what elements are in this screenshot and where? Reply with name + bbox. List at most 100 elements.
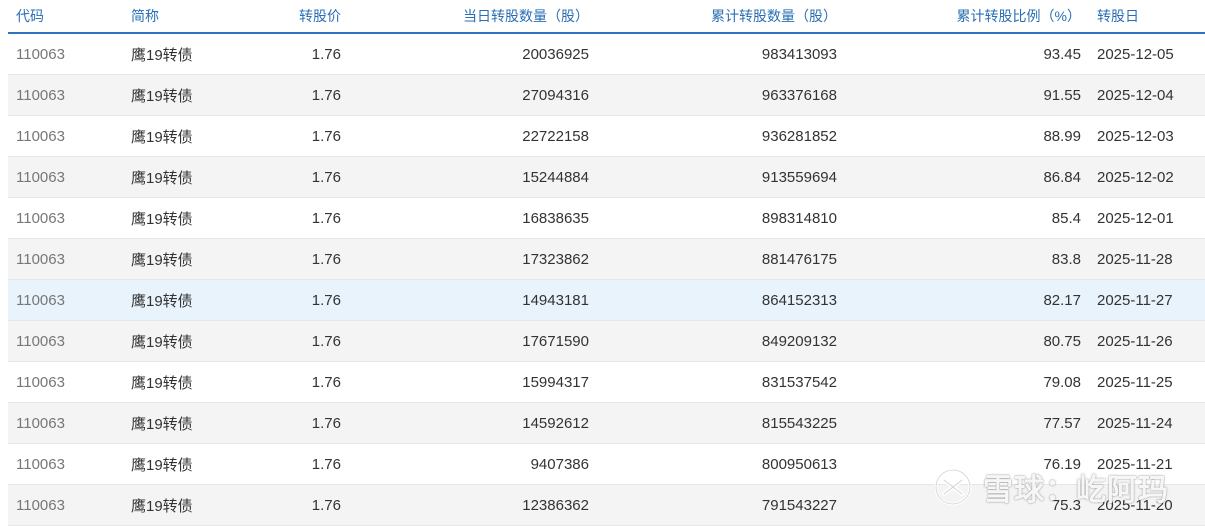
cell-cumulative-ratio: 75.3: [837, 484, 1081, 526]
cell-cumulative-ratio: 85.4: [837, 197, 1081, 239]
cell-conversion-price: 1.76: [211, 197, 341, 239]
cell-short-name: 鹰19转债: [131, 197, 211, 239]
cell-conversion-date: 2025-11-26: [1081, 320, 1205, 362]
cell-daily-converted: 9407386: [341, 443, 589, 485]
cell-cumulative-converted: 831537542: [589, 361, 837, 403]
cell-daily-converted: 14592612: [341, 402, 589, 444]
header-conversion-date[interactable]: 转股日: [1081, 0, 1205, 34]
cell-cumulative-converted: 983413093: [589, 33, 837, 75]
cell-cumulative-ratio: 79.08: [837, 361, 1081, 403]
table-row[interactable]: 110063 鹰19转债 1.76 17671590 849209132 80.75 202…: [8, 320, 1205, 362]
cell-daily-converted: 12386362: [341, 484, 589, 526]
table-row[interactable]: 110063 鹰19转债 1.76 12386362 791543227 75.3 2025…: [8, 484, 1205, 526]
cell-cumulative-converted: 913559694: [589, 156, 837, 198]
cell-cumulative-converted: 963376168: [589, 74, 837, 116]
table-header: 代码 简称 转股价 当日转股数量（股） 累计转股数量（股） 累计转股比例（%） …: [8, 0, 1205, 34]
cell-code: 110063: [8, 484, 131, 526]
table-row[interactable]: 110063 鹰19转债 1.76 16838635 898314810 85.4 2025…: [8, 197, 1205, 239]
cell-code: 110063: [8, 74, 131, 116]
cell-cumulative-converted: 849209132: [589, 320, 837, 362]
cell-daily-converted: 20036925: [341, 33, 589, 75]
cell-code: 110063: [8, 33, 131, 75]
cell-short-name: 鹰19转债: [131, 115, 211, 157]
table-row[interactable]: 110063 鹰19转债 1.76 27094316 963376168 91.55 202…: [8, 74, 1205, 116]
cell-conversion-date: 2025-12-04: [1081, 74, 1205, 116]
header-cumulative-converted[interactable]: 累计转股数量（股）: [589, 0, 837, 34]
cell-conversion-price: 1.76: [211, 156, 341, 198]
cell-cumulative-converted: 881476175: [589, 238, 837, 280]
cell-code: 110063: [8, 361, 131, 403]
cell-daily-converted: 17323862: [341, 238, 589, 280]
cell-cumulative-ratio: 83.8: [837, 238, 1081, 280]
cell-conversion-price: 1.76: [211, 238, 341, 280]
header-cumulative-ratio[interactable]: 累计转股比例（%）: [837, 0, 1081, 34]
header-short-name[interactable]: 简称: [131, 0, 211, 34]
cell-cumulative-converted: 864152313: [589, 279, 837, 321]
cell-cumulative-ratio: 93.45: [837, 33, 1081, 75]
cell-short-name: 鹰19转债: [131, 74, 211, 116]
cell-conversion-date: 2025-11-25: [1081, 361, 1205, 403]
table-row[interactable]: 110063 鹰19转债 1.76 20036925 983413093 93.45 202…: [8, 33, 1205, 75]
cell-conversion-date: 2025-12-02: [1081, 156, 1205, 198]
cell-daily-converted: 16838635: [341, 197, 589, 239]
cell-short-name: 鹰19转债: [131, 279, 211, 321]
cell-short-name: 鹰19转债: [131, 361, 211, 403]
cell-conversion-price: 1.76: [211, 320, 341, 362]
cell-cumulative-converted: 898314810: [589, 197, 837, 239]
cell-code: 110063: [8, 402, 131, 444]
cell-conversion-price: 1.76: [211, 361, 341, 403]
cell-cumulative-ratio: 77.57: [837, 402, 1081, 444]
cell-conversion-date: 2025-12-01: [1081, 197, 1205, 239]
cell-code: 110063: [8, 115, 131, 157]
cell-code: 110063: [8, 156, 131, 198]
cell-short-name: 鹰19转债: [131, 443, 211, 485]
conversion-table: 代码 简称 转股价 当日转股数量（股） 累计转股数量（股） 累计转股比例（%） …: [8, 0, 1205, 526]
cell-code: 110063: [8, 279, 131, 321]
table-row[interactable]: 110063 鹰19转债 1.76 22722158 936281852 88.99 202…: [8, 115, 1205, 157]
conversion-table-container: 代码 简称 转股价 当日转股数量（股） 累计转股数量（股） 累计转股比例（%） …: [8, 0, 1205, 526]
cell-code: 110063: [8, 238, 131, 280]
header-conversion-price[interactable]: 转股价: [211, 0, 341, 34]
cell-conversion-price: 1.76: [211, 115, 341, 157]
cell-conversion-date: 2025-11-27: [1081, 279, 1205, 321]
cell-cumulative-ratio: 76.19: [837, 443, 1081, 485]
table-row[interactable]: 110063 鹰19转债 1.76 9407386 800950613 76.19 2025…: [8, 443, 1205, 485]
cell-cumulative-ratio: 91.55: [837, 74, 1081, 116]
cell-short-name: 鹰19转债: [131, 156, 211, 198]
table-row[interactable]: 110063 鹰19转债 1.76 15244884 913559694 86.84 202…: [8, 156, 1205, 198]
cell-short-name: 鹰19转债: [131, 320, 211, 362]
cell-conversion-price: 1.76: [211, 33, 341, 75]
cell-conversion-price: 1.76: [211, 402, 341, 444]
cell-daily-converted: 15994317: [341, 361, 589, 403]
cell-cumulative-converted: 936281852: [589, 115, 837, 157]
table-row[interactable]: 110063 鹰19转债 1.76 17323862 881476175 83.8 2025…: [8, 238, 1205, 280]
cell-code: 110063: [8, 320, 131, 362]
table-row[interactable]: 110063 鹰19转债 1.76 14592612 815543225 77.57 202…: [8, 402, 1205, 444]
cell-conversion-date: 2025-12-05: [1081, 33, 1205, 75]
header-daily-converted[interactable]: 当日转股数量（股）: [341, 0, 589, 34]
cell-cumulative-ratio: 88.99: [837, 115, 1081, 157]
cell-cumulative-ratio: 86.84: [837, 156, 1081, 198]
cell-code: 110063: [8, 197, 131, 239]
cell-conversion-date: 2025-11-20: [1081, 484, 1205, 526]
cell-short-name: 鹰19转债: [131, 33, 211, 75]
header-code[interactable]: 代码: [8, 0, 131, 34]
cell-cumulative-converted: 800950613: [589, 443, 837, 485]
cell-conversion-date: 2025-12-03: [1081, 115, 1205, 157]
cell-cumulative-converted: 791543227: [589, 484, 837, 526]
cell-conversion-price: 1.76: [211, 443, 341, 485]
cell-short-name: 鹰19转债: [131, 402, 211, 444]
table-row[interactable]: 110063 鹰19转债 1.76 14943181 864152313 82.17 202…: [8, 279, 1205, 321]
cell-daily-converted: 22722158: [341, 115, 589, 157]
cell-conversion-date: 2025-11-28: [1081, 238, 1205, 280]
cell-conversion-price: 1.76: [211, 74, 341, 116]
cell-daily-converted: 14943181: [341, 279, 589, 321]
cell-conversion-date: 2025-11-21: [1081, 443, 1205, 485]
table-row[interactable]: 110063 鹰19转债 1.76 15994317 831537542 79.08 202…: [8, 361, 1205, 403]
header-row: 代码 简称 转股价 当日转股数量（股） 累计转股数量（股） 累计转股比例（%） …: [8, 0, 1205, 34]
cell-cumulative-converted: 815543225: [589, 402, 837, 444]
cell-short-name: 鹰19转债: [131, 484, 211, 526]
cell-code: 110063: [8, 443, 131, 485]
cell-conversion-price: 1.76: [211, 484, 341, 526]
cell-conversion-date: 2025-11-24: [1081, 402, 1205, 444]
